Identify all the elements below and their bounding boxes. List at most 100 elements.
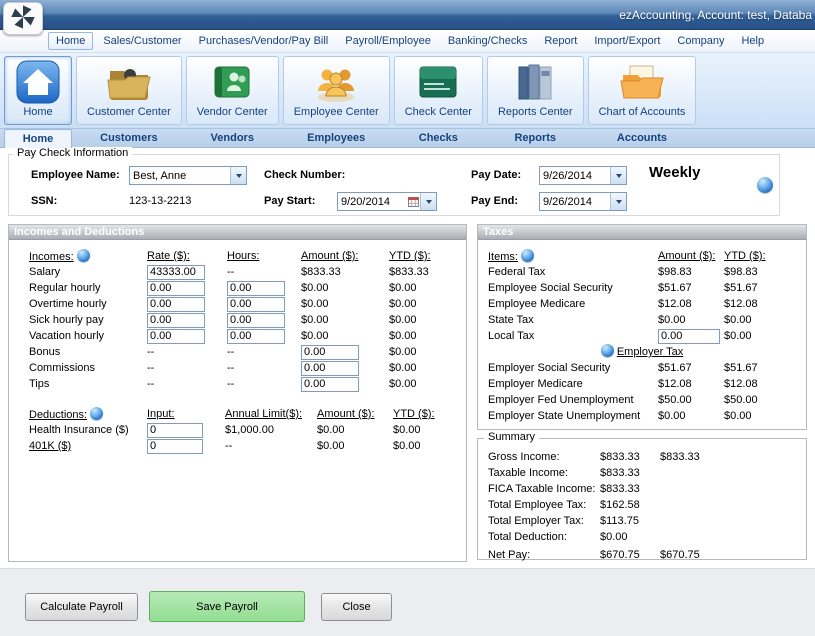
tips-amount-input[interactable] <box>301 377 359 392</box>
menu-item-sales-customer[interactable]: Sales/Customer <box>96 33 188 49</box>
employer-tax-help-icon[interactable] <box>601 344 614 357</box>
menu-item-purchases-vendor-pay-bill[interactable]: Purchases/Vendor/Pay Bill <box>192 33 336 49</box>
tab-vendors[interactable]: Vendors <box>186 129 279 148</box>
employer-tax-header: Employer Tax <box>617 346 683 358</box>
chevron-down-icon[interactable] <box>230 167 246 184</box>
deductions-col-amount: Amount ($): <box>317 408 393 420</box>
toolbar-button-employee-center[interactable]: Employee Center <box>283 56 390 125</box>
calculate-payroll-button[interactable]: Calculate Payroll <box>25 593 138 621</box>
income-ytd: $0.00 <box>389 282 465 294</box>
save-payroll-button[interactable]: Save Payroll <box>149 591 305 622</box>
health-insurance-input[interactable] <box>147 423 203 438</box>
401k-input[interactable] <box>147 439 203 454</box>
deduction-row-401k: 401K ($) -- $0.00 $0.00 <box>9 438 466 454</box>
income-row-vacation-hourly: Vacation hourly $0.00 $0.00 <box>9 328 466 344</box>
taxes-col-amount: Amount ($): <box>658 250 724 262</box>
summary-row-gross-income: Gross Income: $833.33 $833.33 <box>478 449 806 465</box>
income-ytd: $0.00 <box>389 330 465 342</box>
tax-ytd: $51.67 <box>724 282 796 294</box>
employee-name-label: Employee Name: <box>31 169 120 181</box>
income-rate: -- <box>147 346 227 358</box>
chevron-down-icon[interactable] <box>610 167 626 184</box>
calendar-icon <box>406 196 420 207</box>
tax-amount: $12.08 <box>658 298 724 310</box>
menu-item-company[interactable]: Company <box>670 33 731 49</box>
tab-employees[interactable]: Employees <box>283 129 390 148</box>
app-icon[interactable] <box>3 2 43 35</box>
taxes-help-icon[interactable] <box>521 249 534 262</box>
deductions-col-name: Deductions: <box>29 407 147 421</box>
income-ytd: $833.33 <box>389 266 465 278</box>
income-ytd: $0.00 <box>389 362 465 374</box>
tax-row-local: Local Tax $0.00 <box>478 328 806 344</box>
local-tax-input[interactable] <box>658 329 720 344</box>
incomes-deductions-header: Incomes and Deductions <box>9 225 466 240</box>
pay-date-select[interactable]: 9/26/2014 <box>539 166 627 185</box>
employer-tax-header-row: Employer Tax <box>478 344 806 360</box>
pay-start-label: Pay Start: <box>264 195 315 207</box>
menu-item-home[interactable]: Home <box>48 32 93 50</box>
tax-amount: $12.08 <box>658 378 724 390</box>
pay-end-select[interactable]: 9/26/2014 <box>539 192 627 211</box>
menu-item-banking-checks[interactable]: Banking/Checks <box>441 33 535 49</box>
tax-row-federal: Federal Tax $98.83 $98.83 <box>478 264 806 280</box>
summary-label: Total Employee Tax: <box>488 499 600 511</box>
bonus-amount-input[interactable] <box>301 345 359 360</box>
tab-home[interactable]: Home <box>4 129 72 148</box>
tax-ytd: $98.83 <box>724 266 796 278</box>
sick-hourly-rate-input[interactable] <box>147 313 205 328</box>
tax-amount: $51.67 <box>658 282 724 294</box>
deduction-annual-limit: $1,000.00 <box>225 424 317 436</box>
sick-hourly-hours-input[interactable] <box>227 313 285 328</box>
salary-rate-input[interactable] <box>147 265 205 280</box>
vacation-hourly-rate-input[interactable] <box>147 329 205 344</box>
tax-row-employer-social-security: Employer Social Security $51.67 $51.67 <box>478 360 806 376</box>
tab-customers[interactable]: Customers <box>76 129 182 148</box>
menu-item-payroll-employee[interactable]: Payroll/Employee <box>338 33 438 49</box>
chevron-down-icon[interactable] <box>420 193 436 210</box>
tax-label: Employee Medicare <box>488 298 658 310</box>
tax-ytd: $51.67 <box>724 362 796 374</box>
toolbar-button-home[interactable]: Home <box>4 56 72 125</box>
menu-item-report[interactable]: Report <box>537 33 584 49</box>
toolbar-button-label: Customer Center <box>87 106 171 118</box>
incomes-col-rate: Rate ($): <box>147 250 227 262</box>
summary-label: Total Employer Tax: <box>488 515 600 527</box>
overtime-hourly-hours-input[interactable] <box>227 297 285 312</box>
toolbar-button-chart-of-accounts[interactable]: Chart of Accounts <box>588 56 697 125</box>
chevron-down-icon[interactable] <box>610 193 626 210</box>
income-hours: -- <box>227 378 301 390</box>
toolbar-col-customers: Customer Center Customers <box>76 56 182 148</box>
pay-date-label: Pay Date: <box>471 169 521 181</box>
summary-value: $670.75 <box>600 549 660 561</box>
commissions-amount-input[interactable] <box>301 361 359 376</box>
pay-start-picker[interactable]: 9/20/2014 <box>337 192 437 211</box>
tax-label: Federal Tax <box>488 266 658 278</box>
toolbar-button-vendor-center[interactable]: Vendor Center <box>186 56 279 125</box>
reports-center-icon <box>512 59 558 105</box>
close-button[interactable]: Close <box>321 593 392 621</box>
taxes-header-row: Items: Amount ($): YTD ($): <box>478 248 806 264</box>
menu-item-import-export[interactable]: Import/Export <box>587 33 667 49</box>
tax-row-employee-social-security: Employee Social Security $51.67 $51.67 <box>478 280 806 296</box>
menu-item-help[interactable]: Help <box>734 33 771 49</box>
tax-label: Employer Fed Unemployment <box>488 394 658 406</box>
toolbar-button-check-center[interactable]: Check Center <box>394 56 483 125</box>
incomes-help-icon[interactable] <box>77 249 90 262</box>
toolbar-button-customer-center[interactable]: Customer Center <box>76 56 182 125</box>
employee-name-select[interactable]: Best, Anne <box>129 166 247 185</box>
regular-hourly-hours-input[interactable] <box>227 281 285 296</box>
deductions-help-icon[interactable] <box>90 407 103 420</box>
toolbar-button-reports-center[interactable]: Reports Center <box>487 56 584 125</box>
tab-reports[interactable]: Reports <box>487 129 584 148</box>
taxes-group: Taxes Items: Amount ($): YTD ($): Federa… <box>477 224 807 430</box>
tab-checks[interactable]: Checks <box>394 129 483 148</box>
tab-accounts[interactable]: Accounts <box>588 129 697 148</box>
deduction-401k-link[interactable]: 401K ($) <box>29 440 147 452</box>
regular-hourly-rate-input[interactable] <box>147 281 205 296</box>
vacation-hourly-hours-input[interactable] <box>227 329 285 344</box>
overtime-hourly-rate-input[interactable] <box>147 297 205 312</box>
titlebar[interactable]: ezAccounting, Account: test, Databa <box>0 0 815 30</box>
paycheck-help-icon[interactable] <box>757 177 773 193</box>
tax-ytd: $12.08 <box>724 378 796 390</box>
